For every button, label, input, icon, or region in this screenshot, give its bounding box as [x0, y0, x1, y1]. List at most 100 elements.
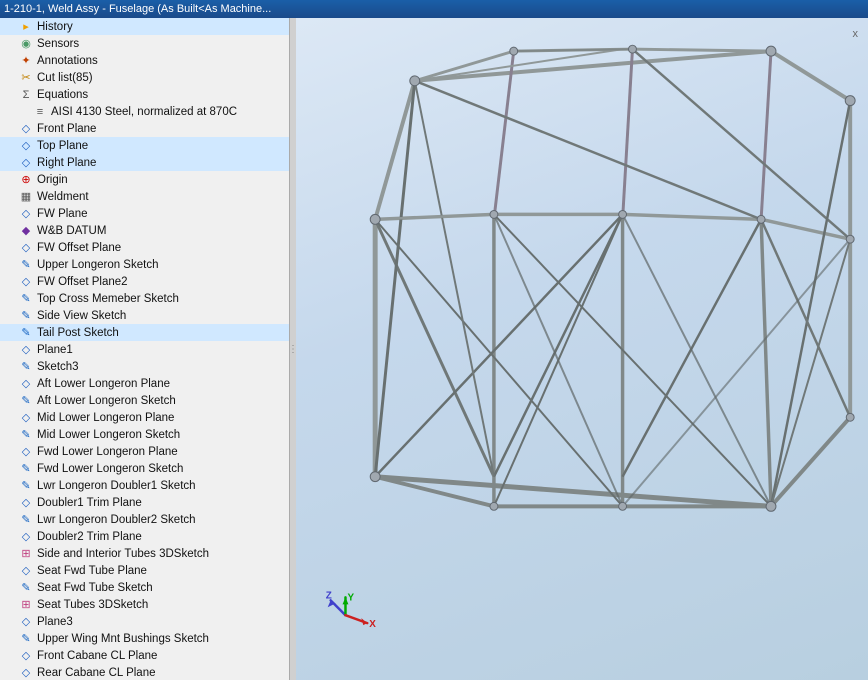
tree-label-seat-tubes: Seat Tubes 3DSketch	[37, 599, 148, 611]
tree-icon-weldment: ▦	[18, 189, 34, 205]
tree-item-sensors[interactable]: ◉ Sensors	[0, 35, 289, 52]
tree-label-mid-lower-sketch: Mid Lower Longeron Sketch	[37, 429, 180, 441]
tree-item-doubler2-trim[interactable]: ◇ Doubler2 Trim Plane	[0, 528, 289, 545]
tree-label-aft-lower-plane: Aft Lower Longeron Plane	[37, 378, 170, 390]
tree-item-front-cabane[interactable]: ◇ Front Cabane CL Plane	[0, 647, 289, 664]
tree-label-history: History	[37, 21, 73, 33]
tree-label-sensors: Sensors	[37, 38, 79, 50]
tree-item-sketch3[interactable]: ✎ Sketch3	[0, 358, 289, 375]
tree-item-seat-fwd-sketch[interactable]: ✎ Seat Fwd Tube Sketch	[0, 579, 289, 596]
tree-label-plane3: Plane3	[37, 616, 73, 628]
tree-item-top-plane[interactable]: ◇ Top Plane	[0, 137, 289, 154]
tree-item-doubler1-trim[interactable]: ◇ Doubler1 Trim Plane	[0, 494, 289, 511]
tree-icon-front-plane: ◇	[18, 121, 34, 137]
tree-item-top-cross[interactable]: ✎ Top Cross Memeber Sketch	[0, 290, 289, 307]
tree-icon-lwr-doubler1: ✎	[18, 478, 34, 494]
tree-item-lwr-doubler2[interactable]: ✎ Lwr Longeron Doubler2 Sketch	[0, 511, 289, 528]
tree-icon-plane1: ◇	[18, 342, 34, 358]
tree-label-top-cross: Top Cross Memeber Sketch	[37, 293, 179, 305]
tree-label-mid-lower-plane: Mid Lower Longeron Plane	[37, 412, 174, 424]
tree-label-front-cabane: Front Cabane CL Plane	[37, 650, 157, 662]
tree-icon-side-view: ✎	[18, 308, 34, 324]
viewport[interactable]: x	[296, 18, 868, 680]
tree-label-right-plane: Right Plane	[37, 157, 96, 169]
tree-item-right-plane[interactable]: ◇ Right Plane	[0, 154, 289, 171]
tree-icon-seat-tubes: ⊞	[18, 597, 34, 613]
tree-icon-tail-post: ✎	[18, 325, 34, 341]
tree-label-aft-lower-sketch: Aft Lower Longeron Sketch	[37, 395, 176, 407]
title-bar: 1-210-1, Weld Assy - Fuselage (As Built<…	[0, 0, 868, 18]
tree-icon-annotations: ✦	[18, 53, 34, 69]
tree-item-upper-wing[interactable]: ✎ Upper Wing Mnt Bushings Sketch	[0, 630, 289, 647]
tree-label-side-interior: Side and Interior Tubes 3DSketch	[37, 548, 209, 560]
tree-icon-top-plane: ◇	[18, 138, 34, 154]
tree-icon-fwd-lower-sketch: ✎	[18, 461, 34, 477]
tree-label-annotations: Annotations	[37, 55, 98, 67]
feature-tree[interactable]: ▸ History ◉ Sensors ✦ Annotations ✂ Cut …	[0, 18, 290, 680]
tree-item-plane3[interactable]: ◇ Plane3	[0, 613, 289, 630]
tree-label-seat-fwd-sketch: Seat Fwd Tube Sketch	[37, 582, 153, 594]
tree-item-equations[interactable]: Σ Equations	[0, 86, 289, 103]
tree-icon-origin: ⊕	[18, 172, 34, 188]
tree-item-seat-tubes[interactable]: ⊞ Seat Tubes 3DSketch	[0, 596, 289, 613]
tree-item-lwr-doubler1[interactable]: ✎ Lwr Longeron Doubler1 Sketch	[0, 477, 289, 494]
tree-item-wb-datum[interactable]: ◆ W&B DATUM	[0, 222, 289, 239]
tree-item-rear-cabane[interactable]: ◇ Rear Cabane CL Plane	[0, 664, 289, 680]
tree-label-cutlist: Cut list(85)	[37, 72, 93, 84]
tree-icon-plane3: ◇	[18, 614, 34, 630]
tree-item-plane1[interactable]: ◇ Plane1	[0, 341, 289, 358]
tree-icon-cutlist: ✂	[18, 70, 34, 86]
tree-item-fwd-lower-sketch[interactable]: ✎ Fwd Lower Longeron Sketch	[0, 460, 289, 477]
tree-icon-lwr-doubler2: ✎	[18, 512, 34, 528]
tree-label-rear-cabane: Rear Cabane CL Plane	[37, 667, 155, 679]
tree-item-cutlist[interactable]: ✂ Cut list(85)	[0, 69, 289, 86]
tree-icon-doubler1-trim: ◇	[18, 495, 34, 511]
tree-item-weldment[interactable]: ▦ Weldment	[0, 188, 289, 205]
tree-icon-upper-longeron: ✎	[18, 257, 34, 273]
tree-icon-rear-cabane: ◇	[18, 665, 34, 680]
tree-label-weldment: Weldment	[37, 191, 89, 203]
tree-label-fw-plane: FW Plane	[37, 208, 88, 220]
tree-label-fwd-lower-sketch: Fwd Lower Longeron Sketch	[37, 463, 183, 475]
tree-label-material: AISI 4130 Steel, normalized at 870C	[51, 106, 237, 118]
tree-item-fw-offset2[interactable]: ◇ FW Offset Plane2	[0, 273, 289, 290]
tree-item-fw-plane[interactable]: ◇ FW Plane	[0, 205, 289, 222]
tree-icon-right-plane: ◇	[18, 155, 34, 171]
tree-item-mid-lower-sketch[interactable]: ✎ Mid Lower Longeron Sketch	[0, 426, 289, 443]
tree-item-material[interactable]: ≡ AISI 4130 Steel, normalized at 870C	[0, 103, 289, 120]
tree-icon-sketch3: ✎	[18, 359, 34, 375]
tree-item-origin[interactable]: ⊕ Origin	[0, 171, 289, 188]
tree-label-upper-longeron: Upper Longeron Sketch	[37, 259, 158, 271]
svg-text:X: X	[369, 619, 376, 630]
tree-label-doubler2-trim: Doubler2 Trim Plane	[37, 531, 142, 543]
tree-item-upper-longeron[interactable]: ✎ Upper Longeron Sketch	[0, 256, 289, 273]
tree-label-fw-offset: FW Offset Plane	[37, 242, 121, 254]
tree-item-front-plane[interactable]: ◇ Front Plane	[0, 120, 289, 137]
tree-icon-aft-lower-plane: ◇	[18, 376, 34, 392]
tree-label-plane1: Plane1	[37, 344, 73, 356]
tree-item-aft-lower-plane[interactable]: ◇ Aft Lower Longeron Plane	[0, 375, 289, 392]
tree-icon-side-interior: ⊞	[18, 546, 34, 562]
tree-item-tail-post[interactable]: ✎ Tail Post Sketch	[0, 324, 289, 341]
tree-item-side-view[interactable]: ✎ Side View Sketch	[0, 307, 289, 324]
tree-icon-seat-fwd-plane: ◇	[18, 563, 34, 579]
tree-label-origin: Origin	[37, 174, 68, 186]
svg-text:Z: Z	[326, 590, 332, 601]
tree-icon-sensors: ◉	[18, 36, 34, 52]
tree-item-mid-lower-plane[interactable]: ◇ Mid Lower Longeron Plane	[0, 409, 289, 426]
tree-icon-top-cross: ✎	[18, 291, 34, 307]
tree-icon-equations: Σ	[18, 87, 34, 103]
tree-item-seat-fwd-plane[interactable]: ◇ Seat Fwd Tube Plane	[0, 562, 289, 579]
tree-item-annotations[interactable]: ✦ Annotations	[0, 52, 289, 69]
tree-item-fwd-lower-plane[interactable]: ◇ Fwd Lower Longeron Plane	[0, 443, 289, 460]
tree-item-history[interactable]: ▸ History	[0, 18, 289, 35]
tree-icon-fwd-lower-plane: ◇	[18, 444, 34, 460]
tree-icon-fw-offset: ◇	[18, 240, 34, 256]
tree-icon-mid-lower-plane: ◇	[18, 410, 34, 426]
tree-item-aft-lower-sketch[interactable]: ✎ Aft Lower Longeron Sketch	[0, 392, 289, 409]
tree-item-fw-offset[interactable]: ◇ FW Offset Plane	[0, 239, 289, 256]
tree-label-top-plane: Top Plane	[37, 140, 88, 152]
tree-item-side-interior[interactable]: ⊞ Side and Interior Tubes 3DSketch	[0, 545, 289, 562]
tree-label-side-view: Side View Sketch	[37, 310, 126, 322]
tree-label-lwr-doubler2: Lwr Longeron Doubler2 Sketch	[37, 514, 196, 526]
